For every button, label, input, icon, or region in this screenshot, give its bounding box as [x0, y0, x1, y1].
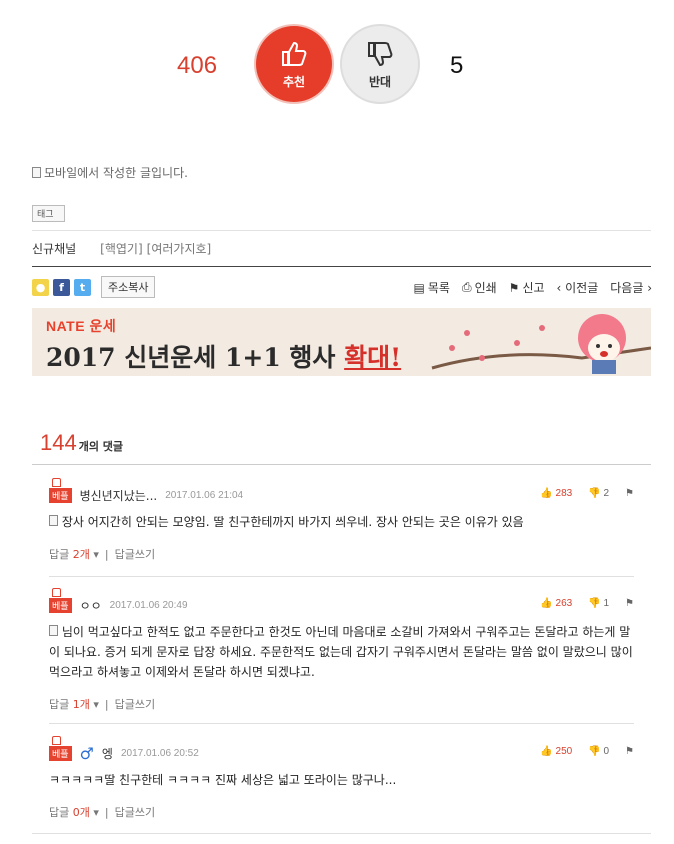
comment-count-suffix: 개의 댓글 [78, 440, 124, 453]
comment-report-icon[interactable]: ⚑ [625, 598, 634, 609]
recommend-label: 추천 [282, 74, 306, 89]
comment-upvote-button[interactable]: 👍 250 [540, 746, 572, 757]
comment-downvote-count: 0 [603, 746, 610, 757]
banner-headline-main: 2017 신년운세 1+1 행사 [46, 343, 345, 372]
banner-headline-red: 확대! [344, 343, 402, 372]
best-badge: 베플 [49, 477, 72, 503]
comment-downvote-button[interactable]: 👎 0 [588, 746, 609, 757]
comment-date: 2017.01.06 20:49 [109, 599, 188, 611]
reply-toggle[interactable]: 답글 0개 ▾ [49, 804, 99, 820]
banner-illustration [431, 314, 651, 374]
comment-author[interactable]: 엥 [102, 745, 113, 762]
reply-count: 0개 [72, 806, 90, 819]
comment-date: 2017.01.06 20:52 [120, 747, 199, 759]
comment-divider [49, 576, 634, 577]
reply-toggle[interactable]: 답글 1개 ▾ [49, 696, 99, 712]
comment-divider [32, 833, 651, 834]
comment-downvote-count: 2 [603, 488, 610, 499]
comment-author[interactable]: 병신년지났는... [80, 487, 158, 504]
copy-url-button[interactable]: 주소복사 [101, 276, 156, 298]
mobile-icon [49, 515, 58, 526]
mobile-note: 모바일에서 작성한 글입니다. [32, 164, 188, 181]
print-button[interactable]: ⎙ 인쇄 [462, 279, 497, 296]
comment-upvote-button[interactable]: 👍 283 [540, 488, 572, 499]
recommend-button[interactable]: 추천 [256, 26, 332, 102]
report-label: 신고 [522, 281, 545, 295]
comment-item: 베플 ♂ 엥 2017.01.06 20:52 👍 250 👎 0 ⚑ ㅋㅋㅋㅋ… [49, 735, 634, 820]
mobile-icon [49, 625, 58, 636]
comment-count-number: 144 [40, 430, 77, 455]
best-badge: 베플 [49, 735, 72, 761]
thumbs-up-icon [282, 41, 307, 66]
comment-divider [49, 723, 634, 724]
mobile-note-text: 모바일에서 작성한 글입니다. [44, 166, 188, 180]
write-reply-button[interactable]: 답글쓰기 [115, 804, 155, 820]
mobile-icon [32, 167, 41, 178]
reply-toggle[interactable]: 답글 2개 ▾ [49, 546, 99, 562]
kakao-share-icon[interactable]: ● [32, 278, 49, 296]
comment-item: 베플 ㅇㅇ 2017.01.06 20:49 👍 263 👎 1 ⚑ 님이 먹고… [49, 587, 634, 712]
recommend-count: 406 [177, 52, 218, 79]
reply-label: 답글 [49, 806, 70, 819]
write-reply-button[interactable]: 답글쓰기 [115, 546, 155, 562]
channel-label: 신규채널 [32, 242, 77, 256]
next-post-link[interactable]: 다음글 › [610, 279, 652, 296]
reply-label: 답글 [49, 548, 70, 561]
list-button[interactable]: ▤ 목록 [414, 279, 450, 296]
channel-tag-2[interactable]: [여러가지호] [147, 240, 212, 257]
write-reply-button[interactable]: 답글쓰기 [115, 696, 155, 712]
comment-upvote-count: 263 [555, 598, 573, 609]
print-icon: ⎙ [461, 280, 472, 294]
facebook-share-icon[interactable]: f [53, 278, 70, 296]
thumbs-down-icon [368, 41, 393, 66]
comment-downvote-button[interactable]: 👎 2 [588, 488, 609, 499]
comment-downvote-button[interactable]: 👎 1 [588, 598, 609, 609]
comment-downvote-count: 1 [603, 598, 610, 609]
banner-brand: NATE 운세 [46, 318, 117, 334]
tag-label: 태그 [32, 205, 65, 222]
comment-report-icon[interactable]: ⚑ [625, 746, 634, 757]
oppose-count: 5 [450, 52, 464, 79]
channel-tag-1[interactable]: [핵엽기] [100, 240, 142, 257]
reply-label: 답글 [49, 698, 70, 711]
divider-strong [32, 266, 651, 267]
comment-body: 님이 먹고싶다고 한적도 없고 주문한다고 한것도 아닌데 마음대로 소갈비 가… [49, 625, 633, 679]
comment-item: 베플 병신년지났는... 2017.01.06 21:04 👍 283 👎 2 … [49, 477, 634, 562]
channel-row: 신규채널 [핵엽기] [여러가지호] [32, 240, 211, 257]
comment-upvote-count: 250 [555, 746, 573, 757]
oppose-label: 반대 [368, 74, 392, 89]
reply-count: 2개 [72, 548, 90, 561]
post-toolbar: ▤ 목록 ⎙ 인쇄 ⚑ 신고 ‹ 이전글 다음글 › [414, 279, 652, 296]
twitter-share-icon[interactable]: t [74, 278, 91, 296]
banner-headline: 2017 신년운세 1+1 행사 확대! [46, 338, 401, 374]
comment-author[interactable]: ㅇㅇ [80, 597, 102, 614]
prev-post-link[interactable]: ‹ 이전글 [557, 279, 599, 296]
report-icon: ⚑ [508, 280, 520, 295]
divider [32, 230, 651, 231]
report-button[interactable]: ⚑ 신고 [509, 279, 545, 296]
comment-date: 2017.01.06 21:04 [165, 489, 244, 501]
oppose-button[interactable]: 반대 [342, 26, 418, 102]
comments-divider [32, 464, 651, 465]
comment-upvote-count: 283 [555, 488, 573, 499]
comment-body: 장사 어지간히 안되는 모양임. 딸 친구한테까지 바가지 씌우네. 장사 안되… [61, 515, 524, 529]
best-badge: 베플 [49, 587, 72, 613]
comment-count: 144 개의 댓글 [40, 430, 123, 456]
comment-body: ㅋㅋㅋㅋㅋ딸 친구한테 ㅋㅋㅋㅋ 진짜 세상은 넓고 또라이는 많구나... [49, 773, 397, 787]
list-icon: ▤ [413, 280, 425, 295]
male-icon: ♂ [79, 743, 94, 763]
share-row: ● f t 주소복사 [32, 276, 156, 298]
reply-count: 1개 [72, 698, 90, 711]
fortune-banner[interactable]: NATE 운세 2017 신년운세 1+1 행사 확대! [32, 308, 651, 376]
comment-report-icon[interactable]: ⚑ [625, 488, 634, 499]
print-label: 인쇄 [474, 281, 497, 295]
comment-upvote-button[interactable]: 👍 263 [540, 598, 572, 609]
list-label: 목록 [427, 281, 450, 295]
